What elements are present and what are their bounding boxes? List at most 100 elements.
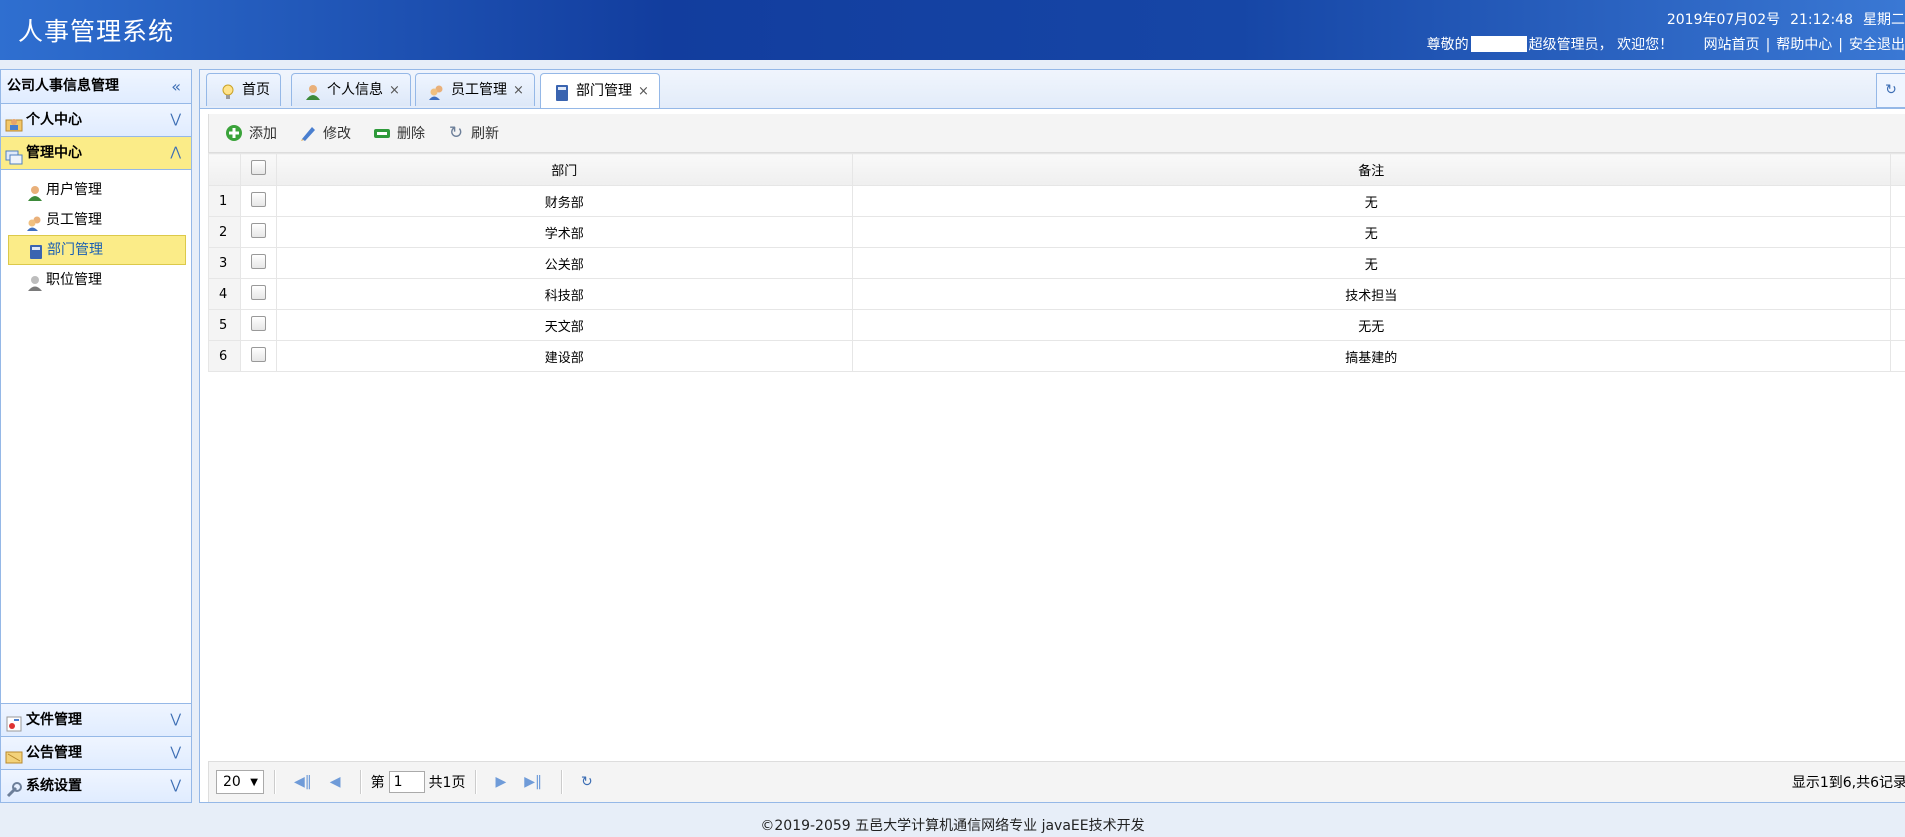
row-number: 2 [208, 216, 241, 248]
sidebar-item-user-management[interactable]: 用户管理 [1, 175, 191, 205]
row-checkbox[interactable] [239, 309, 277, 341]
app-title: 人事管理系统 [18, 17, 175, 46]
row-checkbox[interactable] [239, 340, 277, 372]
sidebar-item-department-management[interactable]: 部门管理 [8, 235, 186, 265]
person-folder-icon [5, 112, 23, 132]
cell-note: 无 [851, 185, 1891, 217]
admin-center-menu: 用户管理 员工管理 部门管理 职位管理 [1, 170, 191, 700]
help-center-link[interactable]: 帮助中心 [1776, 37, 1832, 53]
pagination-bar: 20 ▼ ◀‖ ◀ 第 1 共1页 ▶ ▶‖ ↻ 显示1到6,共6记录 [208, 761, 1905, 802]
sidebar-item-employee-management[interactable]: 员工管理 [1, 205, 191, 235]
pager-separator [274, 770, 275, 794]
users-icon [27, 212, 43, 231]
logout-link[interactable]: 安全退出 [1849, 37, 1905, 53]
table-row[interactable]: 1 财务部 无 [208, 185, 1905, 217]
checkbox-icon [250, 284, 266, 300]
chevron-double-down-icon: ⋁ [170, 745, 181, 760]
cell-note: 技术担当 [851, 278, 1891, 310]
edit-button[interactable]: 修改 [299, 123, 351, 143]
table-row[interactable]: 5 天文部 无无 [208, 309, 1905, 341]
sidebar-section-system-settings[interactable]: 系统设置 ⋁ [1, 770, 191, 802]
last-page-icon[interactable]: ▶‖ [524, 774, 542, 790]
pager-separator [475, 770, 477, 794]
app-header: 人事管理系统 2019年07月02号 21:12:48 星期二 尊敬的 超级管理员， … [0, 0, 1905, 60]
close-icon[interactable]: × [638, 75, 649, 108]
tab-label: 部门管理 [576, 82, 632, 99]
menu-item-label: 员工管理 [46, 212, 102, 228]
cell-note: 无 [851, 247, 1891, 279]
delete-button[interactable]: 删除 [373, 123, 425, 143]
edit-button-label: 修改 [323, 126, 351, 142]
chevron-double-up-icon: ⋀ [170, 145, 181, 160]
cell-note: 搞基建的 [851, 340, 1891, 372]
sidebar-section-file-management[interactable]: 文件管理 ⋁ [1, 703, 191, 737]
sidebar-section-personal-center[interactable]: 个人中心 ⋁ [1, 104, 191, 137]
column-header-department[interactable]: 部门 [275, 153, 853, 186]
cell-department: 财务部 [275, 185, 853, 217]
sidebar-title-text: 公司人事信息管理 [7, 78, 119, 94]
scrollbar-gutter [1889, 185, 1905, 217]
page-number-input[interactable]: 1 [388, 771, 425, 793]
tab-label: 员工管理 [451, 81, 507, 98]
footer: ©2019-2059 五邑大学计算机通信网络专业 javaEE技术开发 [0, 816, 1905, 837]
tab-home[interactable]: 首页 [206, 73, 281, 106]
row-checkbox[interactable] [239, 216, 277, 248]
table-header-row: 部门 备注 [208, 153, 1905, 186]
sidebar-section-admin-center[interactable]: 管理中心 ⋀ [1, 137, 191, 170]
double-chevron-left-icon[interactable]: « [171, 70, 181, 103]
user-icon [27, 182, 43, 201]
row-checkbox[interactable] [239, 185, 277, 217]
checkbox-icon [250, 346, 266, 362]
checkbox-icon [250, 222, 266, 238]
row-number: 1 [208, 185, 241, 217]
refresh-button-label: 刷新 [471, 126, 499, 142]
checkbox-icon [250, 315, 266, 331]
tab-department-management[interactable]: 部门管理 × [540, 73, 660, 108]
table-row[interactable]: 6 建设部 搞基建的 [208, 340, 1905, 372]
pager-separator [561, 770, 563, 794]
row-checkbox[interactable] [239, 247, 277, 279]
delete-button-label: 删除 [397, 126, 425, 142]
header-weekday: 星期二 [1863, 12, 1905, 28]
tab-refresh-icon[interactable]: ↻ [1876, 73, 1905, 108]
row-number: 4 [208, 278, 241, 310]
sidebar-section-announcement-management[interactable]: 公告管理 ⋁ [1, 737, 191, 770]
users-icon [428, 81, 446, 100]
next-page-icon[interactable]: ▶ [495, 774, 506, 790]
tab-employee-management[interactable]: 员工管理 × [415, 73, 535, 106]
row-number: 3 [208, 247, 241, 279]
page-size-select[interactable]: 20 ▼ [216, 770, 264, 794]
row-number: 5 [208, 309, 241, 341]
row-checkbox[interactable] [239, 278, 277, 310]
cell-note: 无 [851, 216, 1891, 248]
header-datetime: 2019年07月02号 21:12:48 星期二 [1657, 9, 1905, 29]
table-row[interactable]: 4 科技部 技术担当 [208, 278, 1905, 310]
close-icon[interactable]: × [513, 74, 524, 107]
sidebar-bottom-sections: 文件管理 ⋁ 公告管理 ⋁ 系统设置 ⋁ [1, 703, 191, 802]
role-text: 超级管理员， [1528, 37, 1613, 53]
tab-personal-info[interactable]: 个人信息 × [291, 73, 411, 106]
sidebar: 公司人事信息管理 « 个人中心 ⋁ 管理中心 ⋀ 用户管理 员工管理 部门管理 [0, 69, 192, 803]
reload-icon[interactable]: ↻ [581, 774, 593, 790]
toolbar: 添加 修改 删除 ↻ 刷新 [208, 114, 1905, 153]
first-page-icon[interactable]: ◀‖ [294, 774, 312, 790]
sidebar-item-position-management[interactable]: 职位管理 [1, 265, 191, 295]
table-row[interactable]: 3 公关部 无 [208, 247, 1905, 279]
refresh-button[interactable]: ↻ 刷新 [447, 123, 499, 143]
previous-page-icon[interactable]: ◀ [330, 774, 341, 790]
checkbox-icon [250, 191, 266, 207]
add-button[interactable]: 添加 [225, 123, 277, 143]
close-icon[interactable]: × [389, 74, 400, 107]
table-row[interactable]: 2 学术部 无 [208, 216, 1905, 248]
header-time: 21:12:48 [1790, 12, 1853, 28]
cell-department: 公关部 [275, 247, 853, 279]
tab-bar: 首页 个人信息 × 员工管理 × 部门管理 × ↻ [200, 70, 1905, 109]
site-home-link[interactable]: 网站首页 [1704, 37, 1760, 53]
minus-icon [373, 124, 391, 142]
select-all-checkbox[interactable] [239, 153, 277, 186]
column-header-note[interactable]: 备注 [851, 153, 1891, 186]
department-table: 部门 备注 1 财务部 无 2 学术部 无 3 公关部 无 4 科技部 技术担当… [208, 153, 1905, 372]
scrollbar-gutter [1889, 309, 1905, 341]
main-panel: 首页 个人信息 × 员工管理 × 部门管理 × ↻ 添加 修改 删除 ↻ 刷新 … [199, 69, 1905, 803]
section-label: 个人中心 [26, 112, 82, 128]
